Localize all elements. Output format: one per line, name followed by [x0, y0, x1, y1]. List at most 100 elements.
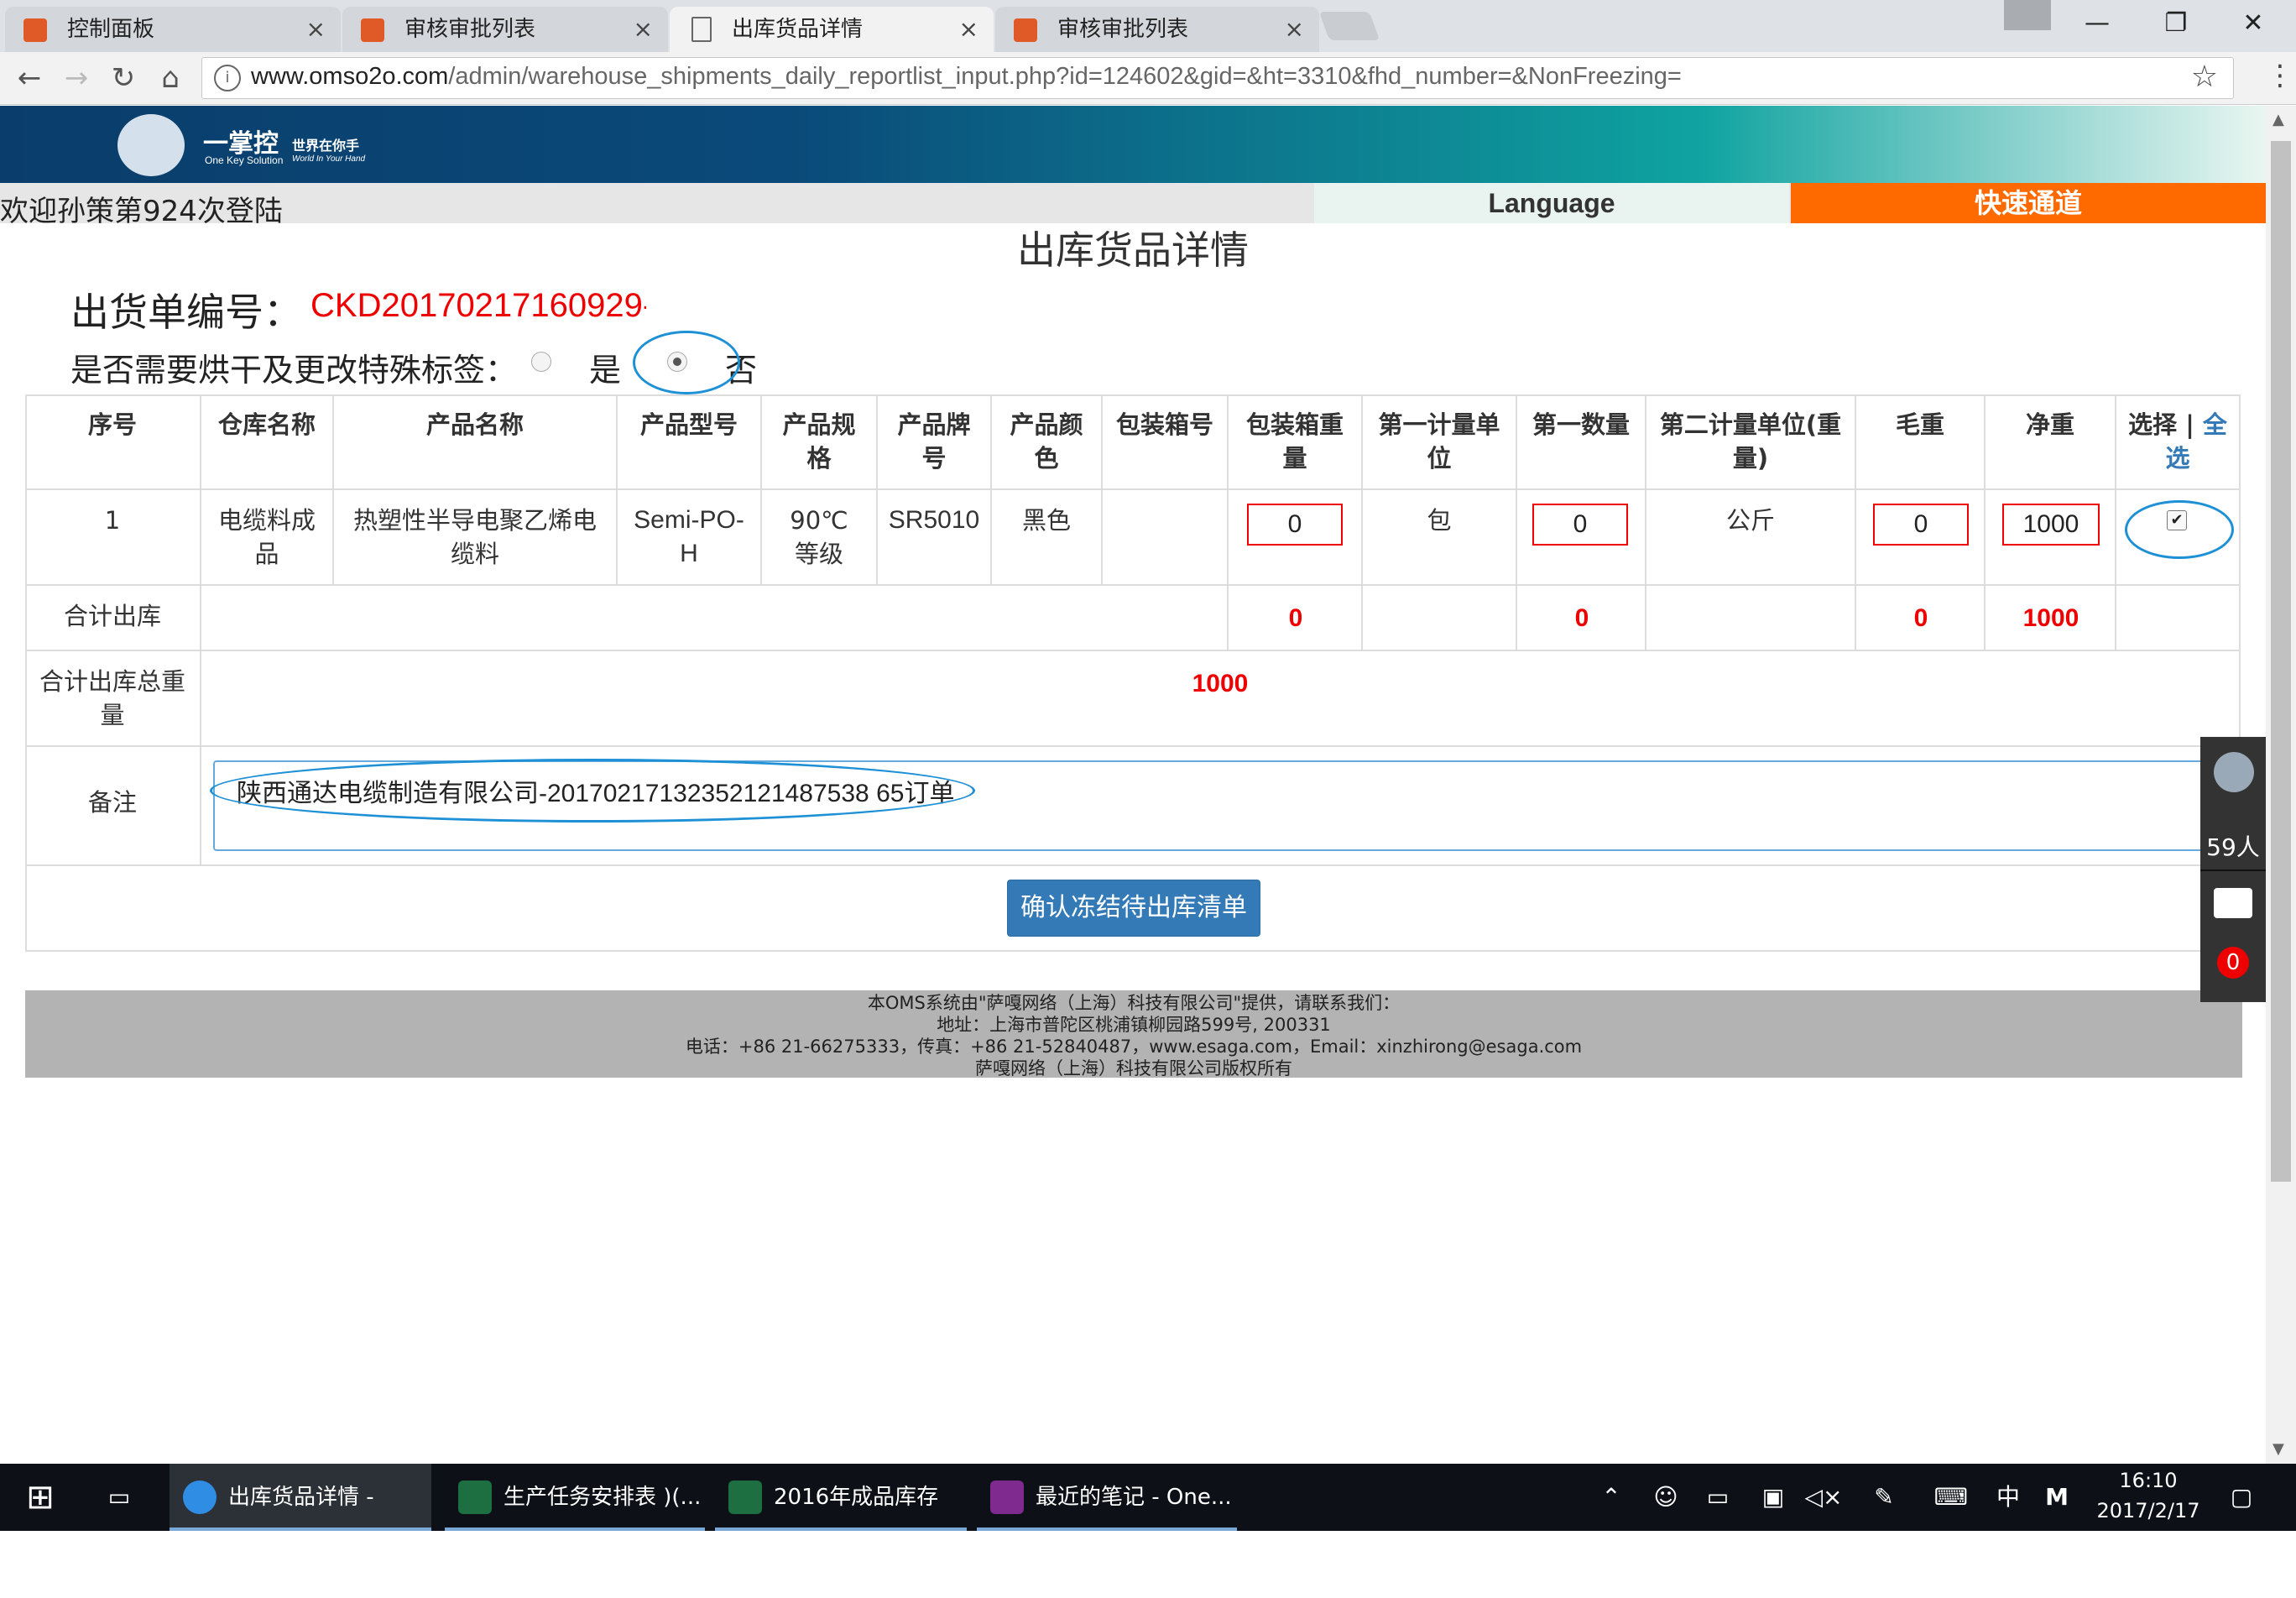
col-header-spec: 产品规格 — [762, 394, 878, 490]
minimize-icon[interactable]: — — [2068, 0, 2126, 47]
back-arrow-icon[interactable]: ← — [8, 57, 50, 99]
remark-label: 备注 — [25, 747, 201, 866]
annotation-circle — [2125, 500, 2234, 559]
site-favicon-icon — [1014, 18, 1037, 42]
profile-icon[interactable] — [2004, 0, 2051, 30]
chat-bubble-icon[interactable] — [2214, 888, 2252, 918]
col-header-unit1: 第一计量单位 — [1363, 394, 1517, 490]
site-favicon-icon — [23, 18, 47, 42]
tab-approval-list[interactable]: 审核审批列表 × — [342, 7, 668, 52]
scroll-up-icon[interactable]: ▲ — [2273, 111, 2284, 128]
close-icon[interactable]: × — [1285, 7, 1304, 52]
tab-label: 审核审批列表 — [404, 17, 536, 42]
window-close-icon[interactable]: ✕ — [2224, 0, 2283, 47]
gross-weight-input[interactable]: 0 — [1873, 504, 1969, 546]
clock-date[interactable]: 2017/2/17 — [2090, 1499, 2207, 1522]
taskbar-onenote[interactable]: 最近的笔记 - One... — [977, 1464, 1237, 1531]
footer-line-contact: 电话：+86 21-66275333，传真：+86 21-52840487，ww… — [685, 1037, 1583, 1057]
taskbar-label: 最近的笔记 - One... — [1036, 1485, 1232, 1510]
excel-icon — [728, 1480, 762, 1514]
tab-control-panel[interactable]: 控制面板 × — [5, 7, 341, 52]
total-net: 1000 — [2022, 604, 2079, 632]
active-indicator — [170, 1528, 431, 1531]
browser-tab-strip: 控制面板 × 审核审批列表 × 出库货品详情 × 审核审批列表 × — ❐ ✕ — [0, 0, 2296, 52]
excel-icon — [458, 1480, 492, 1514]
col-header-color: 产品颜色 — [992, 394, 1103, 490]
radio-yes-label: 是 — [589, 352, 622, 389]
clock-time[interactable]: 16:10 — [2090, 1469, 2207, 1492]
site-favicon-icon — [361, 18, 384, 42]
row-spec: 90℃等级 — [762, 490, 878, 586]
forward-arrow-icon[interactable]: → — [55, 57, 97, 99]
col-header-warehouse: 仓库名称 — [201, 394, 334, 490]
bookmark-star-icon[interactable]: ☆ — [2191, 60, 2218, 94]
language-button[interactable]: Language — [1314, 183, 1789, 223]
battery-icon[interactable]: ▭ — [1699, 1464, 1737, 1531]
browser-menu-icon[interactable]: ⋮ — [2266, 59, 2294, 92]
url-input[interactable]: i www.omso2o.com/admin/warehouse_shipmen… — [201, 57, 2234, 99]
annotation-circle — [633, 331, 740, 394]
order-number-label: 出货单编号： — [70, 290, 302, 335]
open-indicator — [445, 1528, 705, 1531]
user-avatar-icon[interactable] — [2214, 752, 2254, 792]
url-host: www.omso2o.com — [251, 63, 449, 90]
taskbar-chrome[interactable]: 出库货品详情 - Go... — [170, 1464, 431, 1577]
logo-subtitle: One Key Solution — [205, 154, 284, 166]
col-header-brand: 产品牌号 — [878, 394, 992, 490]
select-label: 选择 — [2128, 410, 2178, 439]
reload-icon[interactable]: ↻ — [102, 57, 144, 99]
total-unit1-cell — [1363, 586, 1517, 651]
box-weight-input[interactable]: 0 — [1247, 504, 1343, 546]
task-view-icon[interactable]: ▭ — [94, 1464, 144, 1531]
tray-chevron-icon[interactable]: ⌃ — [1594, 1464, 1628, 1531]
close-icon[interactable]: × — [306, 7, 326, 52]
tab-shipment-detail[interactable]: 出库货品详情 × — [670, 7, 994, 52]
home-icon[interactable]: ⌂ — [149, 57, 191, 99]
volume-mute-icon[interactable]: ◁× — [1804, 1464, 1843, 1531]
total-label: 合计出库 — [25, 586, 201, 651]
notification-icon[interactable]: ▢ — [2220, 1464, 2262, 1531]
pen-icon[interactable]: ✎ — [1865, 1464, 1903, 1531]
net-weight-input[interactable]: 1000 — [2002, 504, 2100, 546]
page-footer: 本OMS系统由"萨嘎网络（上海）科技有限公司"提供，请联系我们： 地址：上海市普… — [25, 990, 2242, 1078]
vertical-scrollbar[interactable]: ▲ ▼ — [2266, 106, 2296, 1464]
chrome-icon — [183, 1480, 217, 1514]
quick-access-button[interactable]: 快速通道 — [1791, 183, 2266, 223]
new-tab-button[interactable] — [1318, 12, 1380, 40]
page-title: 出库货品详情 — [1017, 227, 1249, 273]
site-banner: 一掌控 One Key Solution 世界在你手 World In Your… — [0, 106, 2266, 183]
row-unit1: 包 — [1363, 490, 1517, 586]
logo-slogan-en: World In Your Hand — [292, 154, 366, 164]
footer-line-provider: 本OMS系统由"萨嘎网络（上海）科技有限公司"提供，请联系我们： — [867, 993, 1401, 1013]
url-text: www.omso2o.com/admin/warehouse_shipments… — [251, 63, 1682, 91]
total-weight-cell — [201, 651, 2241, 747]
total-weight-value: 1000 — [1192, 670, 1249, 697]
row-product: 热塑性半导电聚乙烯电缆料 — [334, 490, 618, 586]
scroll-down-icon[interactable]: ▼ — [2273, 1440, 2284, 1458]
tab-label: 审核审批列表 — [1057, 17, 1189, 42]
ime-m-icon[interactable]: M — [2038, 1464, 2076, 1531]
tab-approval-list-2[interactable]: 审核审批列表 × — [995, 7, 1319, 52]
radio-yes[interactable] — [531, 352, 551, 372]
taskbar-excel-1[interactable]: 生产任务安排表 )(... — [445, 1464, 705, 1531]
url-path: /admin/warehouse_shipments_daily_reportl… — [448, 63, 1682, 90]
col-header-unit2: 第二计量单位(重量) — [1646, 394, 1856, 490]
close-icon[interactable]: × — [634, 7, 653, 52]
windows-start-icon[interactable]: ⊞ — [15, 1464, 65, 1531]
scrollbar-thumb[interactable] — [2271, 141, 2291, 1182]
taskbar-label: 2016年成品库存统... — [774, 1485, 939, 1577]
taskbar-excel-2[interactable]: 2016年成品库存统... — [715, 1464, 967, 1577]
tray-app-icon[interactable]: ☺ — [1646, 1464, 1685, 1531]
close-icon[interactable]: × — [959, 7, 978, 52]
keyboard-icon[interactable]: ⌨ — [1930, 1464, 1972, 1531]
confirm-freeze-button[interactable]: 确认冻结待出库清单 — [1007, 880, 1260, 937]
total-qty1: 0 — [1574, 604, 1589, 632]
restore-icon[interactable]: ❐ — [2147, 0, 2205, 47]
network-icon[interactable]: ▣ — [1754, 1464, 1792, 1531]
qty1-input[interactable]: 0 — [1532, 504, 1628, 546]
info-icon[interactable]: i — [214, 65, 241, 91]
taskbar-label: 生产任务安排表 )(... — [504, 1485, 702, 1510]
order-number-value: CKD20170217160929-3 — [310, 287, 646, 324]
footer-line-copyright: 萨嘎网络（上海）科技有限公司版权所有 — [975, 1058, 1292, 1078]
ime-mode[interactable]: 中 — [1989, 1464, 2027, 1531]
